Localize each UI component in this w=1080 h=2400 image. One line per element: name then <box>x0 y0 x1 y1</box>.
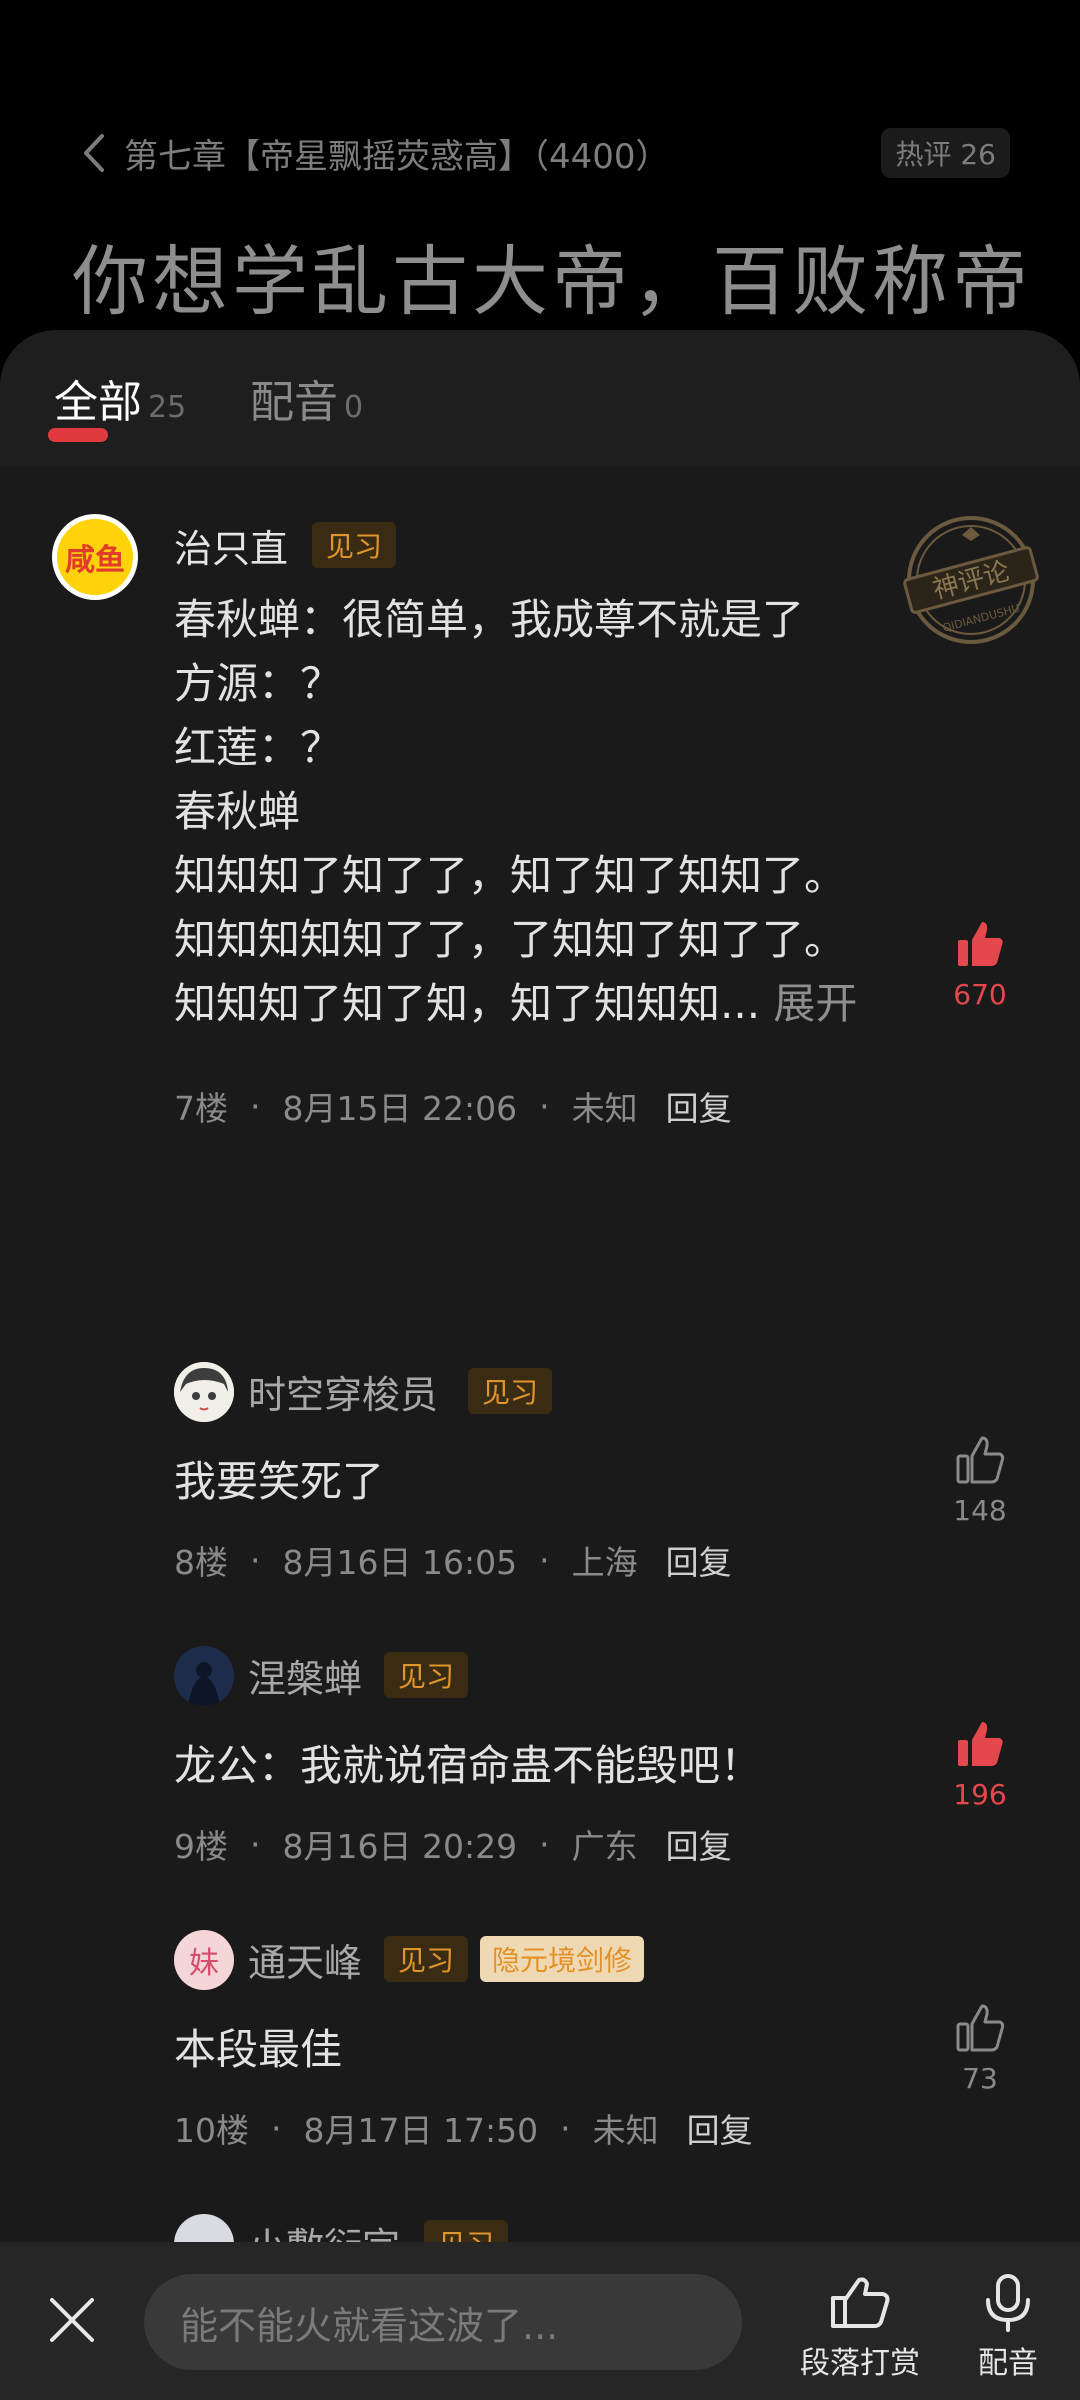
comment-meta: 7楼 · 8月15日 22:06 · 未知 回复 <box>174 1082 732 1130</box>
location: 广东 <box>571 1827 638 1866</box>
reward-label: 段落打赏 <box>800 2346 920 2381</box>
comment-text[interactable]: 春秋蝉：很简单，我成尊不就是了 方源：？ 红莲：？ 春秋蝉 知知知了知了了，知了… <box>174 588 914 1036</box>
timestamp: 8月16日 16:05 <box>282 1543 518 1582</box>
like-button[interactable]: 73 <box>930 2002 1030 2095</box>
floor-number: 7楼 <box>174 1089 228 1128</box>
thumbs-up-icon <box>958 1722 1003 1766</box>
tab-label: 全部 <box>54 377 142 428</box>
avatar[interactable]: 咸鱼 <box>52 514 138 600</box>
username[interactable]: 治只直 <box>174 518 288 573</box>
voice-label: 配音 <box>978 2346 1038 2381</box>
level-badge: 见习 <box>384 1652 469 1698</box>
reward-button[interactable]: 段落打赏 <box>800 2272 920 2382</box>
timestamp: 8月15日 22:06 <box>282 1089 518 1128</box>
timestamp: 8月17日 17:50 <box>303 2111 539 2150</box>
avatar[interactable] <box>174 1646 234 1706</box>
anime-avatar-icon <box>174 1362 234 1422</box>
hot-comments-badge[interactable]: 热评 26 <box>881 128 1010 178</box>
comment-text[interactable]: 龙公：我就说宿命蛊不能毁吧！ <box>174 1734 914 1798</box>
avatar[interactable] <box>174 1362 234 1422</box>
divine-comment-seal: 神评论 QIDIANDUSHU <box>903 516 1039 644</box>
comment-body: 春秋蝉：很简单，我成尊不就是了 方源：？ 红莲：？ 春秋蝉 知知知了知了了，知了… <box>174 595 847 1028</box>
tab-voice[interactable]: 配音 0 <box>250 366 363 430</box>
tab-count: 25 <box>148 390 187 425</box>
like-button[interactable]: 148 <box>930 1434 1030 1527</box>
back-button[interactable]: 第七章【帝星飘摇荧惑高】（4400） <box>78 128 670 178</box>
reply-button[interactable]: 回复 <box>666 1820 732 1868</box>
comment-meta: 8楼 · 8月16日 16:05 · 上海 回复 <box>174 1536 732 1584</box>
thumbs-up-icon <box>956 1436 1005 1484</box>
comment-input[interactable]: 能不能火就看这波了... <box>144 2274 742 2370</box>
avatar[interactable]: 妹 <box>174 1930 234 1990</box>
username[interactable]: 时空穿梭员 <box>248 1364 438 1419</box>
thumbs-up-icon <box>958 922 1003 966</box>
tab-all[interactable]: 全部 25 <box>54 366 186 430</box>
comment-text[interactable]: 我要笑死了 <box>174 1450 914 1514</box>
location: 未知 <box>592 2111 659 2150</box>
expand-link[interactable]: 展开 <box>773 979 857 1028</box>
like-count: 73 <box>962 2062 998 2095</box>
floor-number: 10楼 <box>174 2111 249 2150</box>
comment-meta: 9楼 · 8月16日 20:29 · 广东 回复 <box>174 1820 732 1868</box>
reply-button[interactable]: 回复 <box>666 1082 732 1130</box>
night-avatar-icon <box>174 1646 234 1706</box>
active-tab-indicator <box>48 428 108 442</box>
like-button[interactable]: 670 <box>930 918 1030 1011</box>
like-button[interactable]: 196 <box>930 1718 1030 1811</box>
location: 上海 <box>571 1543 638 1582</box>
level-badge: 见习 <box>468 1368 553 1414</box>
quoted-paragraph: 你想学乱古大帝，百败称帝 <box>72 237 1032 326</box>
chapter-title: 第七章【帝星飘摇荧惑高】（4400） <box>124 136 670 177</box>
title-badge: 隐元境剑修 <box>480 1936 645 1982</box>
comment-meta: 10楼 · 8月17日 17:50 · 未知 回复 <box>174 2104 753 2152</box>
floor-number: 8楼 <box>174 1543 228 1582</box>
like-count: 670 <box>953 978 1007 1011</box>
level-badge: 见习 <box>312 522 397 568</box>
voice-button[interactable]: 配音 <box>978 2272 1038 2382</box>
thumbs-up-icon <box>956 2004 1005 2052</box>
timestamp: 8月16日 20:29 <box>282 1827 518 1866</box>
reply-button[interactable]: 回复 <box>666 1536 732 1584</box>
level-badge: 见习 <box>384 1936 469 1982</box>
reply-button[interactable]: 回复 <box>687 2104 753 2152</box>
username[interactable]: 涅槃蝉 <box>248 1648 362 1703</box>
bottom-bar: 能不能火就看这波了... 段落打赏 配音 <box>0 2242 1080 2400</box>
tab-bar: 全部 25 配音 0 <box>0 330 1080 466</box>
location: 未知 <box>571 1089 638 1128</box>
like-count: 148 <box>953 1494 1007 1527</box>
comment-sheet: 全部 25 配音 0 神评论 QIDIANDUSHU 咸鱼 治只直 见习 春秋蝉… <box>0 330 1080 2400</box>
username[interactable]: 通天峰 <box>248 1932 362 1987</box>
tab-count: 0 <box>344 390 364 425</box>
gift-hand-icon <box>831 2277 890 2328</box>
like-count: 196 <box>953 1778 1007 1811</box>
microphone-icon <box>986 2274 1030 2332</box>
close-icon[interactable] <box>46 2294 98 2346</box>
tab-label: 配音 <box>250 377 338 428</box>
chevron-left-icon <box>84 134 104 172</box>
floor-number: 9楼 <box>174 1827 228 1866</box>
comment-text[interactable]: 本段最佳 <box>174 2018 914 2082</box>
